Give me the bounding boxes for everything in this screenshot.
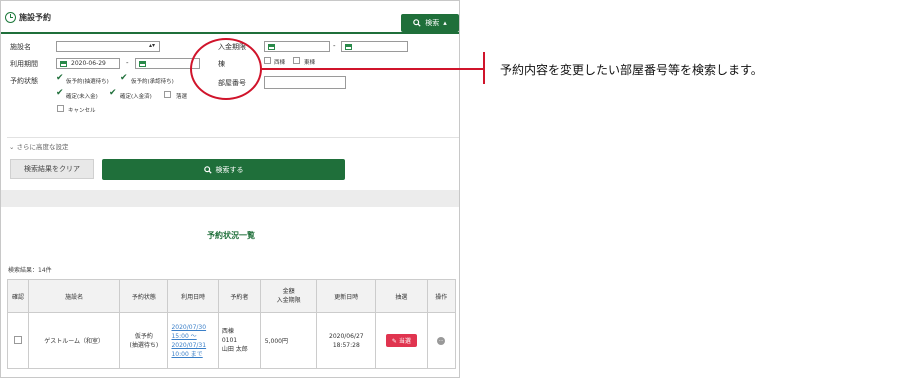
period-label: 利用期間 xyxy=(10,60,38,68)
page: 施設予約 検索 ▴ 施設名 ▴▾ 利用期間 2020-06-29 - 予約状態 … xyxy=(0,0,900,378)
row-status: 仮予約 (抽選待ち) xyxy=(119,312,169,369)
col-status: 予約状態 xyxy=(119,279,169,313)
header-divider xyxy=(1,32,459,34)
top-search-button[interactable]: 検索 ▴ xyxy=(401,14,459,32)
status-option-4: 落選 xyxy=(176,94,188,100)
row-reserver: 西棟 0101 山田 太郎 xyxy=(217,312,261,369)
lottery-win-button[interactable]: ✎ 当選 xyxy=(385,334,417,347)
caret-icon: ▴ xyxy=(443,19,447,27)
status-checkbox-1[interactable]: ✔ xyxy=(120,74,128,83)
facility-label: 施設名 xyxy=(10,43,31,51)
annotation-text: 予約内容を変更したい部屋番号等を検索します。 xyxy=(500,63,763,77)
building-option-west: 西棟 xyxy=(274,60,286,66)
status-checkbox-5[interactable] xyxy=(57,105,64,112)
row-status-line1: 仮予約 xyxy=(134,332,153,340)
row-updated-date: 2020/06/27 xyxy=(329,332,364,340)
search-button-label: 検索する xyxy=(215,165,244,174)
table-header-row: 確認 施設名 予約状態 利用日時 予約者 金額 入金期限 更新日時 抽選 操作 xyxy=(7,279,457,313)
building-checkbox-east[interactable] xyxy=(293,57,300,64)
status-checkbox-2[interactable]: ✔ xyxy=(56,89,64,98)
chevron-down-icon: ⌄ xyxy=(9,143,17,151)
calendar-icon xyxy=(268,43,275,50)
row-confirm-cell xyxy=(7,312,29,369)
advanced-settings-label: さらに高度な設定 xyxy=(16,143,69,151)
status-option-3: 確定(入金済) xyxy=(120,94,152,100)
clock-icon xyxy=(5,12,16,23)
clear-results-button[interactable]: 検索結果をクリア xyxy=(10,159,94,179)
status-option-2: 確定(未入金) xyxy=(66,94,98,100)
row-reserver-name: 山田 太郎 xyxy=(221,346,248,353)
reservation-table: 確認 施設名 予約状態 利用日時 予約者 金額 入金期限 更新日時 抽選 操作 … xyxy=(7,279,457,369)
status-option-1: 仮予約(承認待ち) xyxy=(131,79,174,85)
status-checkbox-4[interactable] xyxy=(164,91,171,98)
deposit-from-input[interactable] xyxy=(264,41,330,52)
edit-icon: ✎ xyxy=(391,338,399,345)
section-separator xyxy=(1,190,459,207)
period-from-input[interactable]: 2020-06-29 xyxy=(56,58,120,69)
period-dash: - xyxy=(126,59,129,67)
top-search-label: 検索 xyxy=(425,19,440,27)
period-from-value: 2020-06-29 xyxy=(71,60,106,67)
search-icon xyxy=(203,165,212,174)
building-option-east: 東棟 xyxy=(304,60,316,66)
deposit-to-input[interactable] xyxy=(341,41,408,52)
row-date-line-3[interactable]: 10:00 まで xyxy=(171,350,217,359)
search-button[interactable]: 検索する xyxy=(102,159,345,180)
row-reserver-building: 西棟 xyxy=(221,328,234,335)
deposit-dash: - xyxy=(333,42,336,50)
page-title-text: 施設予約 xyxy=(19,13,51,22)
list-title: 予約状況一覧 xyxy=(207,231,255,240)
row-checkbox[interactable] xyxy=(13,335,22,344)
col-datetime: 利用日時 xyxy=(167,279,219,313)
row-lottery-cell: ✎ 当選 xyxy=(375,312,428,369)
row-updated-time: 18:57:28 xyxy=(332,341,360,349)
divider xyxy=(7,137,459,138)
row-datetime[interactable]: 2020/07/30 15:00 ～ 2020/07/31 10:00 まで xyxy=(167,312,219,369)
advanced-settings-toggle[interactable]: ⌄ さらに高度な設定 xyxy=(9,141,69,151)
status-option-0: 仮予約(抽選待ち) xyxy=(66,79,109,85)
row-updated: 2020/06/27 18:57:28 xyxy=(316,312,377,369)
select-arrow-icon: ▴▾ xyxy=(148,42,155,49)
annotation-circle xyxy=(190,38,262,100)
col-updated: 更新日時 xyxy=(316,279,377,313)
col-facility: 施設名 xyxy=(27,279,121,313)
annotation-bracket xyxy=(483,52,485,84)
room-input[interactable] xyxy=(264,76,346,89)
table-row: ゲストルーム（和室） 仮予約 (抽選待ち) 2020/07/30 15:00 ～… xyxy=(7,312,457,369)
row-date-line-1[interactable]: 15:00 ～ xyxy=(171,332,217,341)
col-action: 操作 xyxy=(426,279,457,313)
page-title: 施設予約 xyxy=(5,12,51,23)
action-menu-icon[interactable]: ⋯ xyxy=(437,336,446,345)
calendar-icon xyxy=(60,60,67,67)
status-option-5: キャンセル xyxy=(68,108,96,114)
row-amount: 5,000円 xyxy=(259,312,318,369)
row-date-line-0[interactable]: 2020/07/30 xyxy=(171,323,217,332)
row-reserver-room: 0101 xyxy=(221,337,238,344)
result-count: 検索結果：14件 xyxy=(8,267,52,274)
lottery-win-label: 当選 xyxy=(398,338,411,345)
row-facility: ゲストルーム（和室） xyxy=(27,312,121,369)
col-lottery: 抽選 xyxy=(375,279,428,313)
status-label: 予約状態 xyxy=(10,77,38,85)
row-action-cell: ⋯ xyxy=(426,312,457,369)
search-icon xyxy=(413,19,421,27)
row-status-line2: (抽選待ち) xyxy=(129,341,159,349)
status-checkbox-3[interactable]: ✔ xyxy=(109,89,117,98)
facility-select[interactable]: ▴▾ xyxy=(56,41,160,52)
col-amount: 金額 入金期限 xyxy=(259,279,318,313)
status-checkbox-0[interactable]: ✔ xyxy=(56,74,64,83)
calendar-icon xyxy=(139,60,146,67)
calendar-icon xyxy=(345,43,352,50)
col-confirm: 確認 xyxy=(7,279,29,313)
row-date-line-2[interactable]: 2020/07/31 xyxy=(171,341,217,350)
col-reserver: 予約者 xyxy=(217,279,261,313)
building-checkbox-west[interactable] xyxy=(264,57,271,64)
annotation-line xyxy=(262,68,484,70)
